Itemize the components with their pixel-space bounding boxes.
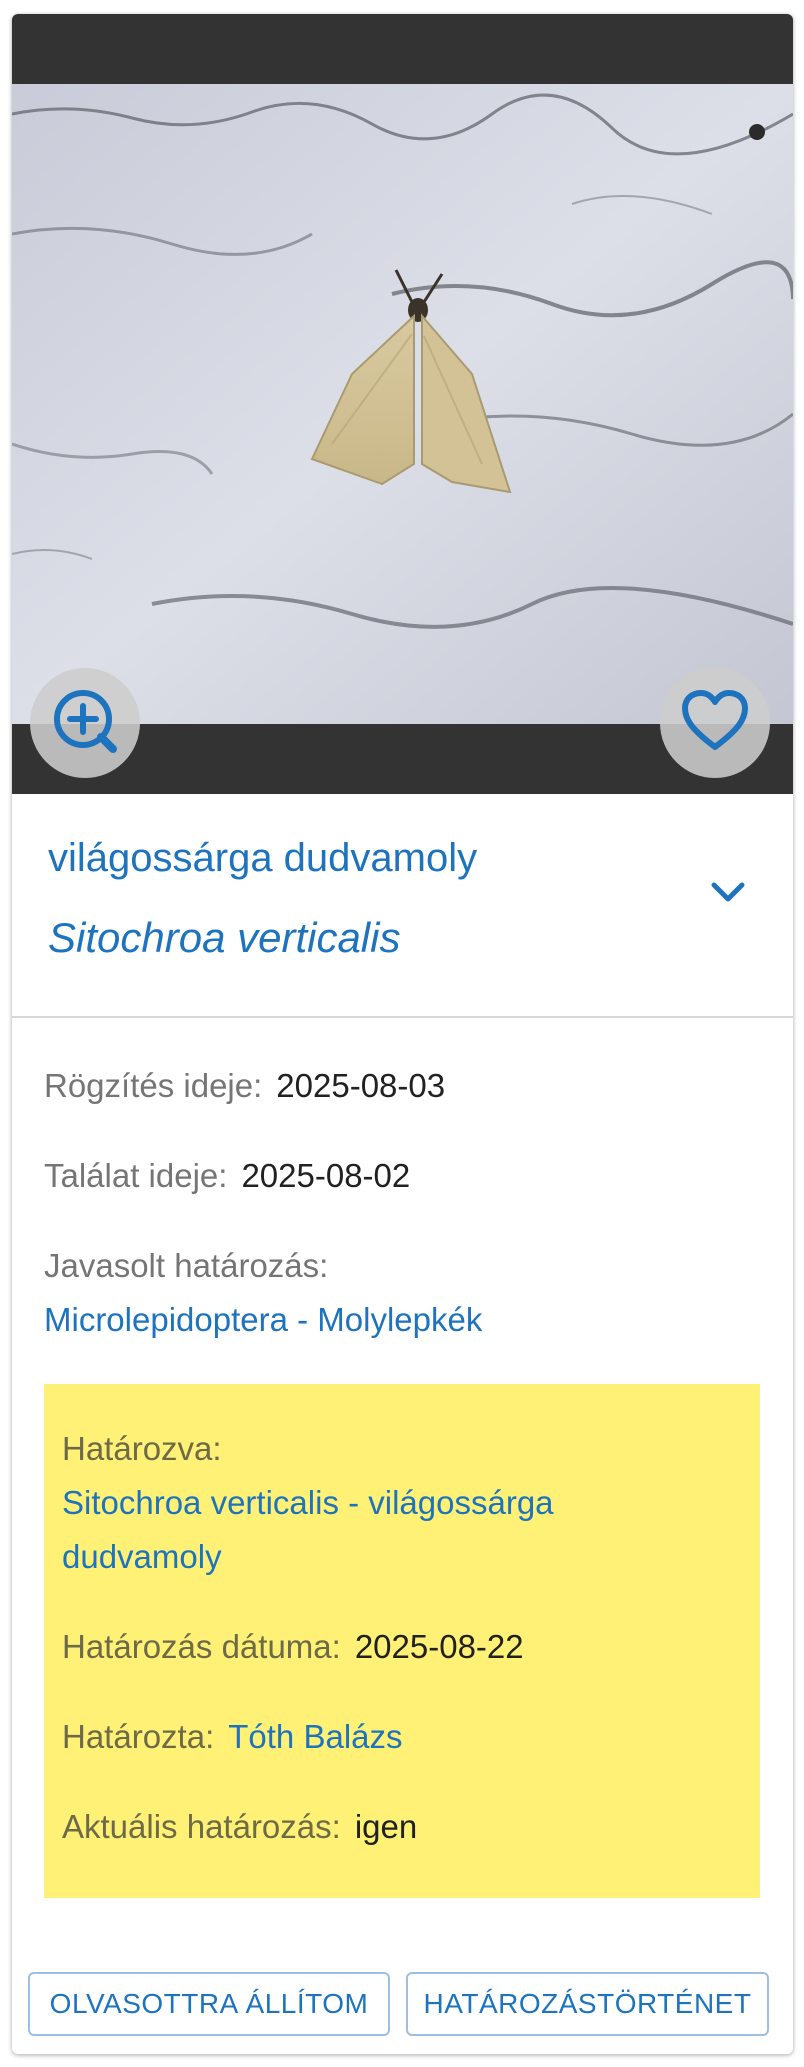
suggested-label-row: Javasolt határozás: (44, 1246, 328, 1286)
identified-taxon-line1[interactable]: Sitochroa verticalis - világossárga (62, 1484, 554, 1521)
taxon-header: világossárga dudvamoly Sitochroa vertica… (12, 794, 793, 1018)
current-identification-row: Aktuális határozás: igen (62, 1800, 417, 1854)
current-identification-value: igen (354, 1808, 418, 1845)
identification-date-row: Határozás dátuma: 2025-08-22 (62, 1620, 524, 1674)
identified-by-label: Határozta: (62, 1718, 215, 1755)
identification-date-value: 2025-08-22 (354, 1628, 524, 1665)
identification-date-label: Határozás dátuma: (62, 1628, 341, 1665)
suggested-label: Javasolt határozás: (44, 1247, 329, 1284)
identified-taxon-line2[interactable]: dudvamoly (62, 1538, 222, 1575)
identified-label-row: Határozva: (62, 1422, 222, 1476)
observation-card: világossárga dudvamoly Sitochroa vertica… (12, 14, 793, 2054)
identifier-link[interactable]: Tóth Balázs (228, 1718, 402, 1755)
identified-taxon-link[interactable]: Sitochroa verticalis - világossárga (62, 1476, 554, 1530)
mark-read-button[interactable]: OLVASOTTRA ÁLLÍTOM (28, 1972, 390, 2036)
recorded-label: Rögzítés ideje: (44, 1067, 263, 1104)
identified-by-row: Határozta: Tóth Balázs (62, 1710, 403, 1764)
current-identification-label: Aktuális határozás: (62, 1808, 341, 1845)
found-label: Találat ideje: (44, 1157, 228, 1194)
chevron-down-icon (710, 880, 746, 909)
found-row: Találat ideje: 2025-08-02 (44, 1156, 410, 1196)
suggested-value-row: Microlepidoptera - Molylepkék (44, 1300, 482, 1340)
identification-history-button[interactable]: HATÁROZÁSTÖRTÉNET (406, 1972, 769, 2036)
expand-button[interactable] (700, 866, 756, 922)
found-value: 2025-08-02 (241, 1157, 411, 1194)
identified-taxon-link-cont[interactable]: dudvamoly (62, 1530, 222, 1584)
photo-frame (12, 14, 793, 794)
suggested-taxon-link[interactable]: Microlepidoptera - Molylepkék (44, 1301, 482, 1338)
zoom-button[interactable] (30, 668, 140, 778)
heart-outline-icon (681, 689, 749, 758)
recorded-row: Rögzítés ideje: 2025-08-03 (44, 1066, 445, 1106)
scientific-name: Sitochroa verticalis (48, 914, 401, 961)
recorded-value: 2025-08-03 (276, 1067, 446, 1104)
observation-photo[interactable] (12, 84, 793, 724)
favorite-button[interactable] (660, 668, 770, 778)
zoom-in-icon (49, 685, 121, 762)
identified-label: Határozva: (62, 1430, 222, 1467)
common-name: világossárga dudvamoly (48, 836, 478, 880)
identification-box: Határozva: Sitochroa verticalis - világo… (44, 1384, 760, 1898)
